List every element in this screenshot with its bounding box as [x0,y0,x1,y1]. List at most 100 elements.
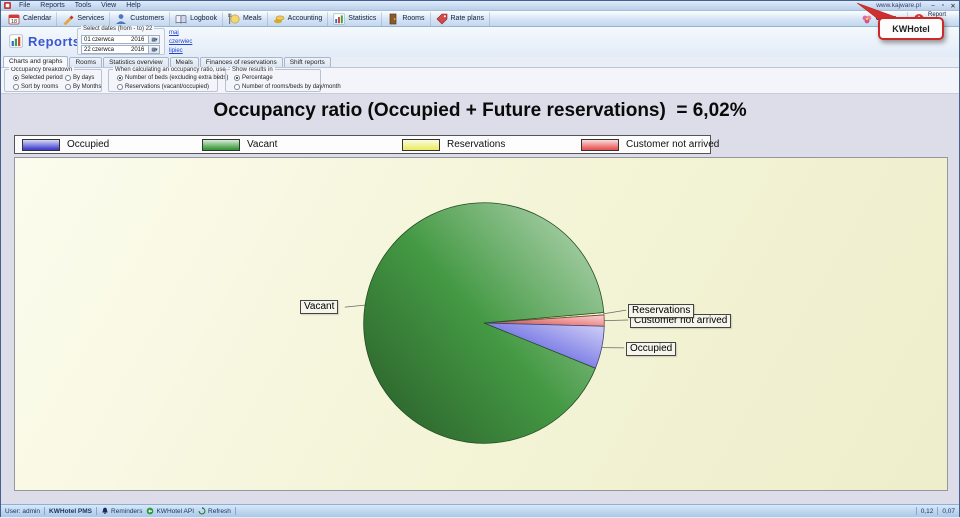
status-user: User: admin [5,508,40,515]
toolbar-label: Statistics [348,15,376,22]
date-range-label: Select dates (from - to) 22 [81,26,154,32]
change-icon [861,13,873,25]
date-to-month: czerwca [92,47,131,53]
site-label: www.kajware.pl [876,2,921,9]
group-title: Occupancy breakdown [9,67,74,73]
dropdown-icon[interactable]: ▦▾ [148,36,159,43]
date-to-field[interactable]: 22 czerwca 2016 ▦▾ [81,45,160,54]
menu-reports[interactable]: Reports [35,2,70,9]
customers-icon [115,13,127,25]
toolbar-button-calendar[interactable]: 18 Calendar [3,12,57,26]
page-title: Reports [28,34,81,49]
legend-entry-occupied: Occupied [22,136,109,153]
toolbar-label: Calendar [23,15,51,22]
services-icon [62,13,74,25]
api-icon [146,507,154,515]
tab-statistics-overview[interactable]: Statistics overview [103,57,168,67]
toolbar-button-meals[interactable]: Meals [223,12,268,26]
pie-callout-line [604,320,628,321]
group-title: When calculating an occupancy ratio, use [113,67,228,73]
date-to-year: 2016 [131,47,148,53]
chart-region: Occupancy ratio (Occupied + Future reser… [1,94,959,504]
bell-icon [101,507,109,515]
toolbar-button-rooms[interactable]: Rooms [382,12,430,26]
status-kwhotel-api[interactable]: KWHotel API [146,507,194,515]
pie-plot-area: Vacant Reservations Customer not arrived… [14,157,948,491]
chart-legend: Occupied Vacant Reservations Customer no… [14,135,711,154]
legend-entry-vacant: Vacant [202,136,277,153]
tab-rooms[interactable]: Rooms [69,57,102,67]
app-icon [4,2,11,9]
date-from-field[interactable]: 01 czerwca 2016 ▦▾ [81,35,160,44]
tab-charts-and-graphs[interactable]: Charts and graphs [3,56,68,67]
svg-text:18: 18 [11,18,17,24]
show-results-group: Show results in Percentage Number of roo… [225,69,321,92]
toolbar-button-rateplans[interactable]: Rate plans [431,12,490,26]
toolbar-label: Meals [243,15,262,22]
menu-view[interactable]: View [96,2,121,9]
month-link-lipiec[interactable]: lipiec [169,48,183,54]
tab-shift-reports[interactable]: Shift reports [284,57,331,67]
toolbar-button-logbook[interactable]: Logbook [170,12,223,26]
month-link-maj[interactable]: maj [169,30,179,36]
dropdown-icon[interactable]: ▦▾ [148,46,159,53]
radio-number-of-beds[interactable]: Number of beds (excluding extra beds) [117,75,228,81]
date-to-day: 22 [82,47,92,53]
meals-icon [228,13,240,25]
rateplans-icon [436,13,448,25]
occupancy-pie-chart [15,158,947,490]
accounting-icon [273,13,285,25]
toolbar-label: Accounting [288,15,323,22]
month-link-czerwiec[interactable]: czerwiec [169,39,192,45]
statistics-icon [333,13,345,25]
maximize-button[interactable]: ▫ [939,2,947,9]
legend-swatch-vacant [202,139,240,151]
radio-by-months[interactable]: By Months [65,84,101,90]
menu-help[interactable]: Help [121,2,145,9]
pie-callout-line [345,305,365,307]
toolbar-button-services[interactable]: Services [57,12,110,26]
occupancy-ratio-calc-group: When calculating an occupancy ratio, use… [108,69,218,92]
status-refresh[interactable]: Refresh [198,507,231,515]
radio-percentage[interactable]: Percentage [234,75,273,81]
radio-selected-period[interactable]: Selected period [13,75,63,81]
toolbar-button-statistics[interactable]: Statistics [328,12,382,26]
statusbar: User: admin KWHotel PMS Reminders KWHote… [1,504,959,517]
main-toolbar: 18 Calendar Services Customers Logbook M… [1,11,959,27]
toolbar-label: Services [77,15,104,22]
titlebar: File Reports Tools View Help www.kajware… [1,1,959,11]
chart-options-panel: Occupancy breakdown Selected period By d… [1,68,959,94]
toolbar-label: Customers [130,15,164,22]
status-app-name: KWHotel PMS [49,508,92,515]
legend-swatch-reservations [402,139,440,151]
close-button[interactable]: ✕ [949,2,957,10]
occupancy-breakdown-group: Occupancy breakdown Selected period By d… [4,69,102,92]
menu-tools[interactable]: Tools [70,2,96,9]
tab-finances-of-reservations[interactable]: Finances of reservations [200,57,283,67]
logbook-icon [175,13,187,25]
legend-entry-customer-not-arrived: Customer not arrived [581,136,719,153]
toolbar-button-customers[interactable]: Customers [110,12,170,26]
tab-meals[interactable]: Meals [170,57,199,67]
radio-reservations[interactable]: Reservations (vacant/occupied) [117,84,209,90]
toolbar-label: Rooms [402,15,424,22]
pie-label-occupied: Occupied [626,342,676,356]
date-from-month: czerwca [92,37,131,43]
radio-by-days[interactable]: By days [65,75,94,81]
status-metric-2: 0,07 [942,508,955,515]
status-reminders[interactable]: Reminders [101,507,142,515]
legend-entry-reservations: Reservations [402,136,505,153]
date-from-year: 2016 [131,37,148,43]
group-title: Show results in [230,67,275,73]
menu-file[interactable]: File [14,2,35,9]
toolbar-button-accounting[interactable]: Accounting [268,12,329,26]
date-from-day: 01 [82,37,92,43]
chart-title: Occupancy ratio (Occupied + Future reser… [1,100,959,122]
minimize-button[interactable]: – [929,2,937,9]
legend-swatch-customer-not-arrived [581,139,619,151]
annotation-callout: KWHotel [878,17,944,40]
pie-label-vacant: Vacant [300,300,338,314]
date-range-group: Select dates (from - to) 22 01 czerwca 2… [77,28,165,55]
radio-rooms-per-day[interactable]: Number of rooms/beds by day/month [234,84,341,90]
radio-sort-by-rooms[interactable]: Sort by rooms [13,84,58,90]
